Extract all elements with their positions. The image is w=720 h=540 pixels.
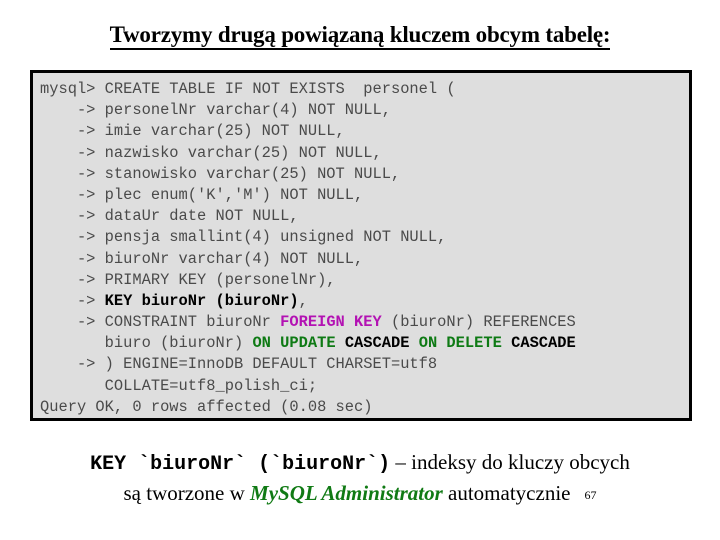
console-token: biuro (biuroNr) (40, 334, 253, 353)
console-line: -> ) ENGINE=InnoDB DEFAULT CHARSET=utf8 (40, 354, 689, 375)
console-token: ON UPDATE (252, 334, 336, 353)
console-token: , (298, 291, 308, 310)
caption-line-1-text: – indeksy do kluczy obcych (390, 450, 630, 474)
page-title-text: Tworzymy drugą powiązaną kluczem obcym t… (109, 22, 611, 50)
console-token: -> imie varchar(25) NOT NULL, (40, 122, 345, 141)
console-token: FOREIGN KEY (280, 313, 382, 332)
console-token: (biuroNr) REFERENCES (381, 313, 576, 332)
console-line: -> KEY biuroNr (biuroNr), (40, 291, 689, 312)
console-line: biuro (biuroNr) ON UPDATE CASCADE ON DEL… (40, 333, 689, 354)
console-token: COLLATE=utf8_polish_ci; (40, 376, 318, 395)
caption-code-snippet: KEY `biuroNr` (`biuroNr`) (90, 453, 391, 476)
console-line: -> nazwisko varchar(25) NOT NULL, (40, 143, 689, 164)
console-line: -> biuroNr varchar(4) NOT NULL, (40, 249, 689, 270)
console-token: -> stanowisko varchar(25) NOT NULL, (40, 164, 401, 183)
console-line: mysql> CREATE TABLE IF NOT EXISTS person… (40, 79, 689, 100)
page-title: Tworzymy drugą powiązaną kluczem obcym t… (0, 22, 720, 50)
console-line: -> CONSTRAINT biuroNr FOREIGN KEY (biuro… (40, 312, 689, 333)
console-line: -> stanowisko varchar(25) NOT NULL, (40, 164, 689, 185)
console-line: -> PRIMARY KEY (personelNr), (40, 270, 689, 291)
console-token (502, 334, 511, 352)
caption-accent-mysql-administrator: MySQL Administrator (250, 481, 443, 505)
console-line: Query OK, 0 rows affected (0.08 sec) (40, 397, 689, 418)
console-token: -> ) ENGINE=InnoDB DEFAULT CHARSET=utf8 (40, 355, 438, 374)
caption-block: KEY `biuroNr` (`biuroNr`) – indeksy do k… (0, 448, 720, 509)
console-token: CASCADE (511, 334, 576, 353)
console-line: COLLATE=utf8_polish_ci; (40, 376, 689, 397)
console-token (409, 334, 418, 352)
console-token: -> nazwisko varchar(25) NOT NULL, (40, 143, 382, 162)
console-line: -> personelNr varchar(4) NOT NULL, (40, 100, 689, 121)
mysql-console-box: mysql> CREATE TABLE IF NOT EXISTS person… (30, 70, 692, 421)
console-token: -> plec enum('K','M') NOT NULL, (40, 185, 364, 204)
console-line: -> pensja smallint(4) unsigned NOT NULL, (40, 227, 689, 248)
mysql-console-output: mysql> CREATE TABLE IF NOT EXISTS person… (33, 73, 689, 418)
console-token: -> personelNr varchar(4) NOT NULL, (40, 101, 391, 120)
console-token (336, 334, 345, 352)
console-line: -> plec enum('K','M') NOT NULL, (40, 185, 689, 206)
caption-line-2-suffix: automatycznie (442, 481, 571, 505)
console-token: -> (40, 291, 105, 310)
console-token: CASCADE (344, 334, 410, 353)
console-line: -> dataUr date NOT NULL, (40, 206, 689, 227)
console-token: ON DELETE (418, 334, 502, 353)
caption-line-2-prefix: są tworzone w (123, 481, 251, 505)
console-token: -> dataUr date NOT NULL, (40, 207, 299, 226)
console-token: mysql> CREATE TABLE IF NOT EXISTS person… (40, 80, 456, 98)
caption-line-2: są tworzone w MySQL Administrator automa… (0, 479, 720, 509)
console-token: -> PRIMARY KEY (personelNr), (40, 270, 336, 289)
console-token: -> CONSTRAINT biuroNr (40, 313, 281, 332)
console-token: KEY biuroNr (biuroNr) (104, 291, 299, 310)
console-token: -> biuroNr varchar(4) NOT NULL, (40, 249, 364, 268)
caption-line-1: KEY `biuroNr` (`biuroNr`) – indeksy do k… (0, 448, 720, 479)
console-token: Query OK, 0 rows affected (0.08 sec) (40, 397, 373, 416)
console-line: -> imie varchar(25) NOT NULL, (40, 121, 689, 142)
console-token: -> pensja smallint(4) unsigned NOT NULL, (40, 228, 447, 247)
page-number: 67 (584, 488, 597, 502)
